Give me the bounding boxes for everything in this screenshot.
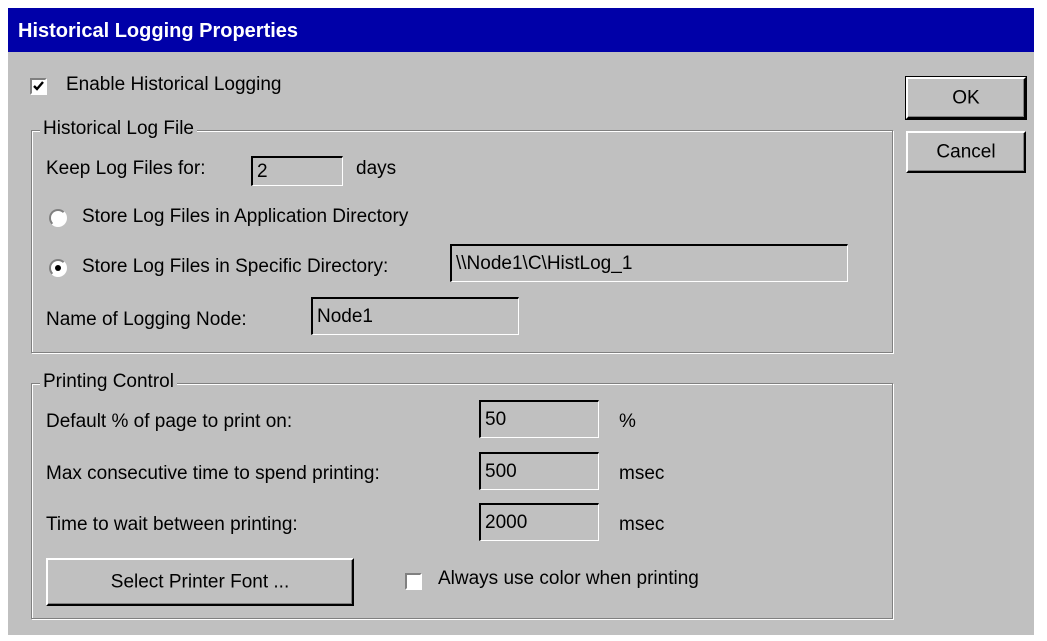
ok-button[interactable]: OK bbox=[905, 76, 1027, 120]
max-time-label: Max consecutive time to spend printing: bbox=[46, 463, 380, 484]
default-pct-unit: % bbox=[619, 411, 636, 432]
radio-dot-icon bbox=[55, 265, 61, 271]
always-color-checkbox[interactable] bbox=[405, 573, 422, 590]
radio-application-directory-label[interactable]: Store Log Files in Application Directory bbox=[82, 206, 408, 228]
printing-control-legend: Printing Control bbox=[40, 371, 177, 393]
keep-days-unit: days bbox=[356, 158, 397, 179]
always-color-label[interactable]: Always use color when printing bbox=[438, 568, 699, 590]
cancel-button[interactable]: Cancel bbox=[906, 131, 1026, 173]
radio-specific-directory[interactable] bbox=[49, 259, 67, 277]
radio-application-directory[interactable] bbox=[49, 209, 67, 227]
enable-logging-label[interactable]: Enable Historical Logging bbox=[66, 74, 281, 96]
window-title: Historical Logging Properties bbox=[18, 20, 299, 42]
title-bar: Historical Logging Properties bbox=[8, 8, 1034, 52]
enable-logging-checkbox[interactable] bbox=[30, 78, 47, 95]
wait-time-label: Time to wait between printing: bbox=[46, 514, 298, 535]
keep-days-input[interactable] bbox=[251, 156, 343, 186]
historical-log-file-group: Historical Log File Keep Log Files for: … bbox=[31, 118, 893, 353]
printing-control-group: Printing Control Default % of page to pr… bbox=[31, 371, 893, 619]
keep-log-files-label: Keep Log Files for: bbox=[46, 158, 206, 179]
historical-logging-dialog: Historical Logging Properties Enable His… bbox=[8, 8, 1034, 635]
select-printer-font-button[interactable]: Select Printer Font ... bbox=[46, 558, 354, 606]
max-time-input[interactable] bbox=[479, 452, 599, 490]
ok-button-label: OK bbox=[952, 87, 980, 109]
cancel-button-label: Cancel bbox=[936, 141, 996, 163]
max-time-unit: msec bbox=[619, 463, 665, 484]
radio-specific-directory-label[interactable]: Store Log Files in Specific Directory: bbox=[82, 256, 388, 278]
wait-time-input[interactable] bbox=[479, 503, 599, 541]
default-pct-label: Default % of page to print on: bbox=[46, 411, 293, 432]
default-pct-input[interactable] bbox=[479, 400, 599, 438]
historical-log-file-legend: Historical Log File bbox=[40, 118, 197, 140]
logging-node-label: Name of Logging Node: bbox=[46, 309, 247, 330]
logging-node-input[interactable] bbox=[311, 297, 519, 335]
wait-time-unit: msec bbox=[619, 514, 665, 535]
specific-directory-input[interactable] bbox=[450, 244, 848, 282]
select-printer-font-label: Select Printer Font ... bbox=[110, 571, 290, 593]
check-mark-icon bbox=[33, 81, 44, 91]
